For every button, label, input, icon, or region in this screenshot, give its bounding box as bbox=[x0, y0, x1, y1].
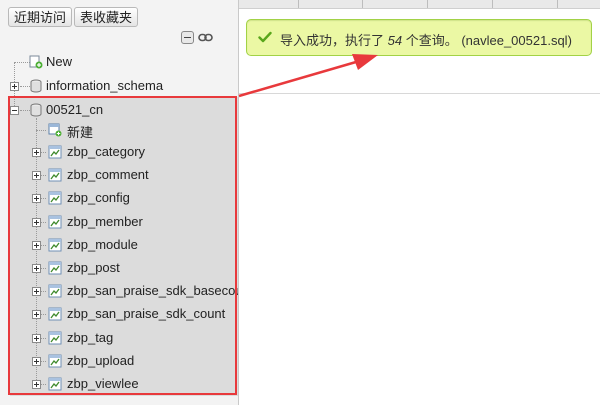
table-icon bbox=[48, 307, 62, 321]
tree-connector bbox=[14, 62, 30, 63]
expand-icon[interactable] bbox=[10, 82, 19, 91]
expand-icon[interactable] bbox=[32, 264, 41, 273]
table-name[interactable]: zbp_comment bbox=[67, 167, 149, 182]
expand-icon[interactable] bbox=[32, 287, 41, 296]
expand-icon[interactable] bbox=[32, 357, 41, 366]
tab-separator bbox=[298, 0, 299, 8]
new-database-icon bbox=[29, 55, 43, 69]
table-name[interactable]: zbp_san_praise_sdk_basecou bbox=[67, 283, 238, 298]
expand-icon[interactable] bbox=[32, 171, 41, 180]
tree-connector bbox=[20, 110, 30, 111]
expand-icon[interactable] bbox=[32, 148, 41, 157]
table-icon bbox=[48, 284, 62, 298]
recent-tables-button[interactable]: 近期访问 bbox=[8, 7, 73, 27]
table-icon bbox=[48, 377, 62, 391]
table-name[interactable]: zbp_module bbox=[67, 237, 138, 252]
table-name[interactable]: zbp_upload bbox=[67, 353, 134, 368]
navigation-panel: 近期访问 表收藏夹 New information_schema 00521_c… bbox=[0, 0, 238, 405]
check-icon bbox=[258, 31, 272, 43]
database-icon bbox=[30, 103, 42, 117]
success-message-text: 导入成功，执行了 54 个查询。 (navlee_00521.sql) bbox=[280, 30, 572, 49]
panel-divider[interactable] bbox=[238, 0, 239, 405]
table-name[interactable]: zbp_san_praise_sdk_count bbox=[67, 306, 225, 321]
tree-node-information-schema[interactable]: information_schema bbox=[46, 78, 163, 93]
table-icon bbox=[48, 238, 62, 252]
table-icon bbox=[48, 331, 62, 345]
expand-icon[interactable] bbox=[32, 310, 41, 319]
tree-node-current-database[interactable]: 00521_cn bbox=[46, 102, 103, 117]
expand-icon[interactable] bbox=[32, 218, 41, 227]
nav-top-strip bbox=[0, 0, 238, 4]
collapse-icon[interactable] bbox=[10, 106, 19, 115]
table-name[interactable]: zbp_post bbox=[67, 260, 120, 275]
favorite-tables-button[interactable]: 表收藏夹 bbox=[74, 7, 139, 27]
tab-separator bbox=[427, 0, 428, 8]
success-prefix: 导入成功，执行了 bbox=[280, 33, 388, 48]
tree-connector bbox=[36, 130, 46, 131]
tree-node-new[interactable]: New bbox=[46, 54, 72, 69]
tree-connector bbox=[36, 118, 37, 384]
table-name[interactable]: zbp_category bbox=[67, 144, 145, 159]
expand-icon[interactable] bbox=[32, 241, 41, 250]
table-name[interactable]: zbp_tag bbox=[67, 330, 113, 345]
query-count: 54 bbox=[387, 33, 403, 48]
collapse-all-icon[interactable] bbox=[181, 31, 194, 44]
link-with-main-panel-icon[interactable] bbox=[198, 31, 213, 44]
tab-separator bbox=[557, 0, 558, 8]
table-icon bbox=[48, 168, 62, 182]
content-separator bbox=[239, 93, 600, 94]
table-icon bbox=[48, 145, 62, 159]
tab-separator bbox=[362, 0, 363, 8]
table-icon bbox=[48, 261, 62, 275]
tab-separator bbox=[492, 0, 493, 8]
success-suffix: 个查询。 (navlee_00521.sql) bbox=[402, 33, 572, 48]
expand-icon[interactable] bbox=[32, 334, 41, 343]
table-icon bbox=[48, 215, 62, 229]
table-icon bbox=[48, 354, 62, 368]
table-name[interactable]: zbp_viewlee bbox=[67, 376, 139, 391]
top-tab-bar bbox=[239, 0, 600, 9]
tree-node-new-table[interactable]: 新建 bbox=[67, 122, 93, 141]
import-success-message: 导入成功，执行了 54 个查询。 (navlee_00521.sql) bbox=[246, 19, 592, 56]
table-name[interactable]: zbp_config bbox=[67, 190, 130, 205]
tree-connector bbox=[20, 86, 30, 87]
new-table-icon bbox=[48, 123, 62, 137]
expand-icon[interactable] bbox=[32, 194, 41, 203]
database-icon bbox=[30, 79, 42, 93]
table-icon bbox=[48, 191, 62, 205]
expand-icon[interactable] bbox=[32, 380, 41, 389]
table-name[interactable]: zbp_member bbox=[67, 214, 143, 229]
